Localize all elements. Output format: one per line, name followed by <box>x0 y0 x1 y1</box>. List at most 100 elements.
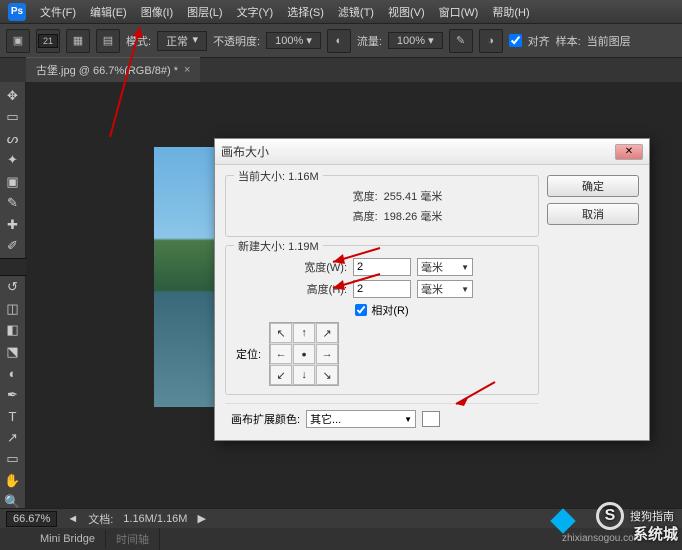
menubar: 文件(F) 编辑(E) 图像(I) 图层(L) 文字(Y) 选择(S) 滤镜(T… <box>34 2 536 22</box>
menu-edit[interactable]: 编辑(E) <box>84 2 133 22</box>
new-size-legend: 新建大小: 1.19M <box>234 238 323 254</box>
brush-settings-icon[interactable]: ▤ <box>96 29 120 53</box>
app-logo: Ps <box>8 3 26 21</box>
marquee-tool-icon[interactable]: ▭ <box>2 108 24 128</box>
ok-button[interactable]: 确定 <box>547 175 639 197</box>
opacity-select[interactable]: 100% ▾ <box>266 32 321 49</box>
scrollbar-left-icon[interactable]: ◄ <box>67 513 78 525</box>
anchor-sw[interactable]: ↙ <box>270 365 292 385</box>
extension-color-row: 画布扩展颜色: 其它...▼ <box>225 403 539 430</box>
new-height-label: 高度(H): <box>291 281 347 297</box>
watermark-s-icon: S <box>596 502 624 530</box>
close-icon[interactable]: × <box>184 64 190 76</box>
brush-picker[interactable]: 21 <box>36 29 60 53</box>
menu-layer[interactable]: 图层(L) <box>181 2 228 22</box>
current-size-group: 当前大小: 1.16M 宽度: 255.41 毫米 高度: 198.26 毫米 <box>225 175 539 237</box>
anchor-ne[interactable]: ↗ <box>316 323 338 343</box>
current-width-value: 255.41 毫米 <box>384 188 443 204</box>
sample-label: 样本: <box>556 33 581 49</box>
flow-select[interactable]: 100% ▾ <box>388 32 443 49</box>
status-bar: 66.67% ◄ 文档: 1.16M/1.16M ▶ <box>0 508 682 528</box>
eraser-tool-icon[interactable]: ◫ <box>2 299 24 319</box>
relative-label: 相对(R) <box>371 302 408 318</box>
menu-filter[interactable]: 滤镜(T) <box>332 2 380 22</box>
tool-preset-icon[interactable]: ▣ <box>6 29 30 53</box>
menu-select[interactable]: 选择(S) <box>281 2 330 22</box>
align-checkbox[interactable] <box>509 34 522 47</box>
current-width-label: 宽度: <box>322 188 378 204</box>
current-size-legend: 当前大小: 1.16M <box>234 168 323 184</box>
anchor-label: 定位: <box>236 346 261 362</box>
new-size-group: 新建大小: 1.19M 宽度(W): 毫米▼ 高度(H): 毫米▼ 相对(R) … <box>225 245 539 395</box>
tools-panel: ✥ ▭ ᔕ ✦ ▣ ✎ ✚ ✐ ▲ ↺ ◫ ◧ ⬔ ◐ ✒ T ↗ ▭ ✋ 🔍 <box>0 82 26 512</box>
anchor-e[interactable]: → <box>316 344 338 364</box>
new-width-input[interactable] <box>353 258 411 276</box>
panel-mini-bridge[interactable]: Mini Bridge <box>30 530 106 548</box>
menu-window[interactable]: 窗口(W) <box>433 2 485 22</box>
opacity-label: 不透明度: <box>213 33 260 49</box>
document-tab[interactable]: 古堡.jpg @ 66.7%(RGB/8#) * × <box>26 57 200 82</box>
path-tool-icon[interactable]: ↗ <box>2 428 24 448</box>
dialog-close-button[interactable]: ✕ <box>615 144 643 160</box>
doc-size-label: 文档: <box>88 511 113 527</box>
mode-select[interactable]: 正常 ▾ <box>157 31 207 51</box>
anchor-center[interactable]: • <box>293 344 315 364</box>
gradient-tool-icon[interactable]: ◧ <box>2 321 24 341</box>
dialog-titlebar[interactable]: 画布大小 ✕ <box>215 139 649 165</box>
anchor-grid[interactable]: ↖ ↑ ↗ ← • → ↙ ↓ ↘ <box>269 322 339 386</box>
crop-tool-icon[interactable]: ▣ <box>2 172 24 192</box>
wand-tool-icon[interactable]: ✦ <box>2 151 24 171</box>
menu-image[interactable]: 图像(I) <box>135 2 179 22</box>
pressure-size-icon[interactable]: ◑ <box>479 29 503 53</box>
anchor-nw[interactable]: ↖ <box>270 323 292 343</box>
menu-help[interactable]: 帮助(H) <box>486 2 535 22</box>
anchor-se[interactable]: ↘ <box>316 365 338 385</box>
brush-tool-icon[interactable]: ✐ <box>2 237 24 257</box>
lasso-tool-icon[interactable]: ᔕ <box>2 129 24 149</box>
document-tab-label: 古堡.jpg @ 66.7%(RGB/8#) * <box>36 62 178 78</box>
dialog-title: 画布大小 <box>221 143 269 160</box>
watermark-url: zhixiansogou.com <box>562 533 642 544</box>
document-tab-bar: 古堡.jpg @ 66.7%(RGB/8#) * × <box>0 58 682 82</box>
blur-tool-icon[interactable]: ⬔ <box>2 342 24 362</box>
doc-info-arrow-icon[interactable]: ▶ <box>197 512 205 525</box>
menu-view[interactable]: 视图(V) <box>382 2 431 22</box>
eyedropper-tool-icon[interactable]: ✎ <box>2 194 24 214</box>
extension-color-swatch[interactable] <box>422 411 440 427</box>
height-unit-select[interactable]: 毫米▼ <box>417 280 473 298</box>
flow-label: 流量: <box>357 33 382 49</box>
anchor-s[interactable]: ↓ <box>293 365 315 385</box>
anchor-n[interactable]: ↑ <box>293 323 315 343</box>
new-width-label: 宽度(W): <box>291 259 347 275</box>
anchor-w[interactable]: ← <box>270 344 292 364</box>
dodge-tool-icon[interactable]: ◐ <box>2 364 24 384</box>
options-bar: ▣ 21 ▦ ▤ 模式: 正常 ▾ 不透明度: 100% ▾ ◐ 流量: 100… <box>0 24 682 58</box>
hand-tool-icon[interactable]: ✋ <box>2 471 24 491</box>
menu-file[interactable]: 文件(F) <box>34 2 82 22</box>
menu-type[interactable]: 文字(Y) <box>231 2 280 22</box>
doc-size-value: 1.16M/1.16M <box>123 513 187 525</box>
brush-size-value: 21 <box>38 34 58 48</box>
pressure-opacity-icon[interactable]: ◐ <box>327 29 351 53</box>
zoom-level[interactable]: 66.67% <box>6 511 57 527</box>
relative-checkbox[interactable] <box>355 304 367 316</box>
history-brush-tool-icon[interactable]: ↺ <box>2 278 24 298</box>
shape-tool-icon[interactable]: ▭ <box>2 450 24 470</box>
watermark-brand2: 系统城 <box>633 523 678 544</box>
cancel-button[interactable]: 取消 <box>547 203 639 225</box>
sample-value: 当前图层 <box>587 33 631 49</box>
extension-color-select[interactable]: 其它...▼ <box>306 410 416 428</box>
airbrush-icon[interactable]: ✎ <box>449 29 473 53</box>
heal-tool-icon[interactable]: ✚ <box>2 215 24 235</box>
current-height-label: 高度: <box>322 208 378 224</box>
move-tool-icon[interactable]: ✥ <box>2 86 24 106</box>
pen-tool-icon[interactable]: ✒ <box>2 385 24 405</box>
titlebar: Ps 文件(F) 编辑(E) 图像(I) 图层(L) 文字(Y) 选择(S) 滤… <box>0 0 682 24</box>
brush-panel-icon[interactable]: ▦ <box>66 29 90 53</box>
align-label: 对齐 <box>528 33 550 49</box>
watermark-brand: 搜狗指南 <box>630 508 674 524</box>
new-height-input[interactable] <box>353 280 411 298</box>
type-tool-icon[interactable]: T <box>2 407 24 427</box>
width-unit-select[interactable]: 毫米▼ <box>417 258 473 276</box>
panel-timeline[interactable]: 时间轴 <box>106 528 160 550</box>
